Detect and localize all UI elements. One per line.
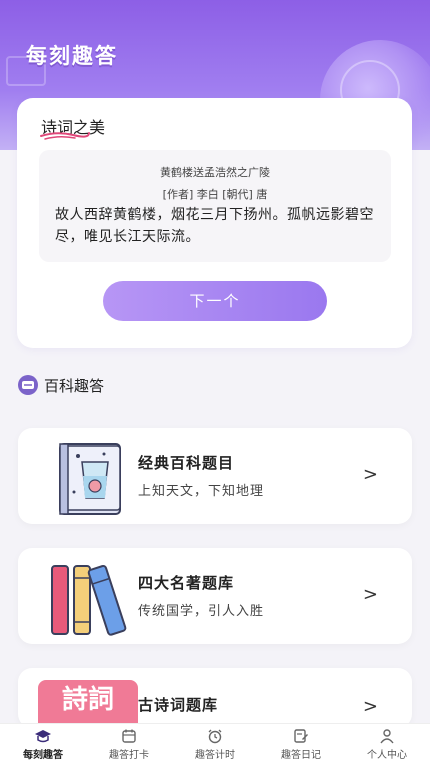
next-button[interactable]: 下一个: [103, 281, 327, 321]
quiz-card-subtitle: 传统国学，引人入胜: [138, 604, 265, 619]
tab-label: 趣答计时: [195, 750, 235, 761]
encyclopedia-section-header: 百科趣答: [18, 374, 104, 396]
bottom-tab-bar: 每刻趣答 趣答打卡 趣答计时 趣答日记 个人中心: [0, 723, 430, 765]
chevron-right-icon: >: [362, 464, 378, 485]
quiz-card-four-classics[interactable]: 四大名著题库 传统国学，引人入胜 >: [18, 548, 412, 644]
tab-checkin[interactable]: 趣答打卡: [86, 724, 172, 765]
quiz-section-icon: [18, 375, 38, 395]
quiz-card-title: 经典百科题目: [138, 454, 235, 472]
tab-label: 个人中心: [367, 750, 407, 761]
app-title: 每刻趣答: [26, 44, 118, 68]
quiz-card-ancient-poetry[interactable]: 詩詞 古诗词题库 >: [18, 668, 412, 728]
chevron-right-icon: >: [362, 584, 378, 605]
calendar-icon: [122, 729, 136, 743]
tab-label: 趣答打卡: [109, 750, 149, 761]
poem-author: [作者] 李白 [朝代] 唐: [162, 188, 268, 201]
tab-profile[interactable]: 个人中心: [344, 724, 430, 765]
quiz-card-title: 古诗词题库: [138, 696, 219, 714]
quiz-card-title: 四大名著题库: [138, 574, 235, 592]
poem-text: 故人西辞黄鹤楼，烟花三月下扬州。孤帆远影碧空尽，唯见长江天际流。: [55, 207, 374, 245]
graduation-cap-icon: [35, 730, 51, 743]
tab-diary[interactable]: 趣答日记: [258, 724, 344, 765]
chevron-right-icon: >: [362, 696, 378, 717]
quiz-card-subtitle: 上知天文，下知地理: [138, 484, 265, 499]
tab-label: 每刻趣答: [23, 750, 63, 761]
alarm-clock-icon: [208, 729, 222, 744]
tab-timer[interactable]: 趣答计时: [172, 724, 258, 765]
poetry-calligraphy-icon: 詩詞: [38, 680, 138, 728]
title-underline-decoration: [40, 132, 90, 140]
quiz-card-classic-encyclopedia[interactable]: 经典百科题目 上知天文，下知地理 >: [18, 428, 412, 524]
poetry-thumb-text: 詩詞: [61, 685, 114, 715]
books-icon: [51, 564, 127, 636]
poem-name: 黄鹤楼送孟浩然之广陵: [160, 166, 270, 179]
person-icon: [380, 729, 394, 744]
tab-label: 趣答日记: [281, 750, 321, 761]
water-glass-book-icon: [59, 443, 121, 515]
poem-content-box: 黄鹤楼送孟浩然之广陵 [作者] 李白 [朝代] 唐 故人西辞黄鹤楼，烟花三月下扬…: [39, 150, 391, 262]
edit-note-icon: [294, 729, 308, 743]
tab-home[interactable]: 每刻趣答: [0, 724, 86, 765]
encyclopedia-section-title: 百科趣答: [44, 376, 105, 395]
poem-card: 诗词之美 黄鹤楼送孟浩然之广陵 [作者] 李白 [朝代] 唐 故人西辞黄鹤楼，烟…: [17, 98, 412, 348]
